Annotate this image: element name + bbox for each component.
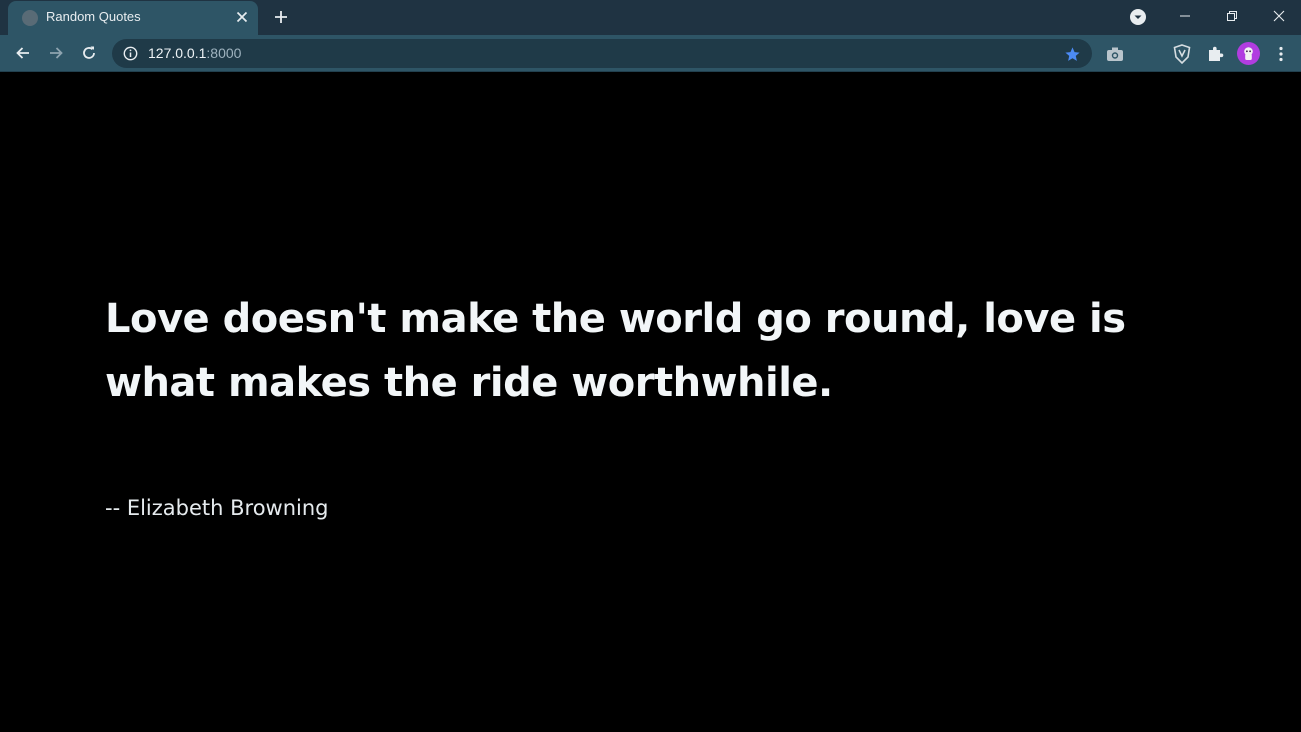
avatar[interactable] — [1237, 42, 1260, 65]
close-window-icon[interactable] — [1256, 0, 1301, 32]
tab-title: Random Quotes — [46, 9, 141, 24]
info-icon[interactable] — [122, 45, 139, 62]
arrow-right-icon — [50, 47, 63, 59]
tab-random-quotes[interactable]: Random Quotes — [8, 1, 258, 35]
arrow-left-icon — [16, 47, 29, 59]
quote-author: -- Elizabeth Browning — [105, 496, 329, 520]
globe-icon — [22, 10, 38, 26]
close-tab-icon[interactable] — [232, 7, 252, 27]
address-bar[interactable]: 127.0.0.1:8000 — [112, 39, 1092, 68]
quote-text: Love doesn't make the world go round, lo… — [105, 296, 1126, 406]
back-button[interactable] — [10, 40, 36, 66]
minimize-icon[interactable] — [1162, 0, 1208, 32]
url-text[interactable]: 127.0.0.1:8000 — [148, 45, 241, 61]
url-host: 127.0.0.1 — [148, 45, 207, 61]
new-tab-plus-icon[interactable] — [268, 5, 294, 29]
page-content: Love doesn't make the world go round, lo… — [0, 73, 1301, 732]
camera-icon[interactable] — [1103, 42, 1127, 66]
shield-icon[interactable] — [1170, 42, 1194, 66]
url-port: :8000 — [206, 45, 242, 61]
reload-icon — [83, 46, 95, 59]
reload-button[interactable] — [76, 40, 102, 66]
kebab-menu-icon[interactable] — [1269, 42, 1293, 66]
puzzle-icon[interactable] — [1203, 42, 1227, 66]
browser-toolbar: 127.0.0.1:8000 — [0, 35, 1301, 72]
tab-search-icon[interactable] — [1128, 7, 1148, 27]
tab-strip: Random Quotes — [0, 0, 1301, 35]
forward-button[interactable] — [43, 40, 69, 66]
restore-icon[interactable] — [1209, 0, 1255, 32]
star-icon[interactable] — [1062, 44, 1082, 64]
